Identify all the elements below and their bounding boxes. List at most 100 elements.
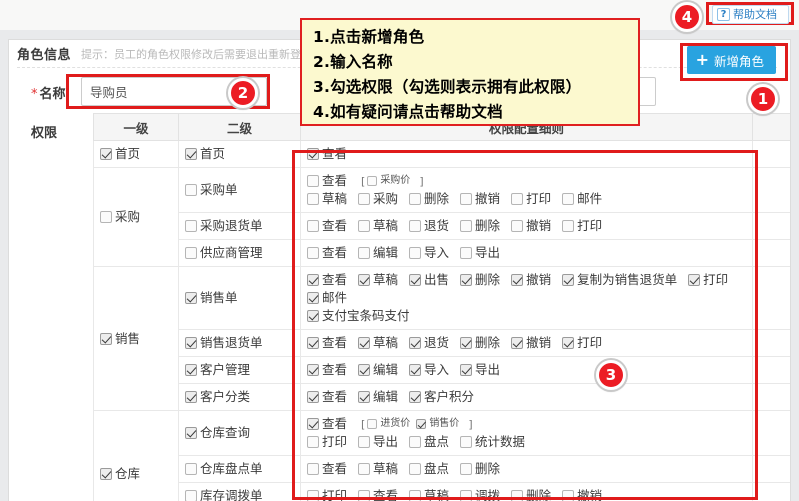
detail-checkbox[interactable]: 删除	[460, 460, 500, 478]
detail-checkbox[interactable]: 查看	[307, 460, 347, 478]
checkbox-icon[interactable]	[409, 436, 422, 448]
checkbox-icon[interactable]	[460, 274, 473, 286]
checkbox-icon[interactable]	[358, 274, 371, 286]
detail-checkbox[interactable]: 导出	[460, 244, 500, 262]
checkbox-icon[interactable]	[307, 418, 319, 430]
detail-checkbox[interactable]: 查看	[307, 334, 347, 352]
detail-checkbox[interactable]: 支付宝条码支付	[307, 307, 410, 325]
level2-checkbox[interactable]: 库存调拨单	[185, 487, 263, 501]
checkbox-icon[interactable]	[409, 247, 422, 259]
level2-checkbox[interactable]: 客户分类	[185, 388, 250, 406]
checkbox-icon[interactable]	[688, 274, 701, 286]
detail-checkbox[interactable]: 统计数据	[460, 433, 525, 451]
detail-checkbox[interactable]: 退货	[409, 217, 449, 235]
detail-checkbox[interactable]: 草稿	[358, 460, 398, 478]
checkbox-icon[interactable]	[409, 364, 422, 376]
detail-checkbox[interactable]: 调拨	[460, 487, 500, 501]
level2-checkbox[interactable]: 首页	[185, 145, 225, 163]
checkbox-icon[interactable]	[100, 467, 112, 480]
detail-checkbox[interactable]: 盘点	[409, 433, 449, 451]
checkbox-icon[interactable]	[562, 274, 575, 286]
detail-checkbox[interactable]: 出售	[409, 271, 449, 289]
detail-checkbox[interactable]: 导出	[358, 433, 398, 451]
checkbox-icon[interactable]	[185, 364, 197, 376]
detail-checkbox[interactable]: 查看	[307, 415, 347, 433]
checkbox-icon[interactable]	[409, 490, 422, 501]
level2-checkbox[interactable]: 客户管理	[185, 361, 250, 379]
sub-detail-checkbox[interactable]: 进货价	[367, 415, 410, 433]
checkbox-icon[interactable]	[307, 436, 319, 448]
checkbox-icon[interactable]	[307, 337, 319, 349]
detail-checkbox[interactable]: 客户积分	[409, 388, 474, 406]
detail-checkbox[interactable]: 打印	[307, 433, 347, 451]
checkbox-icon[interactable]	[460, 193, 473, 205]
checkbox-icon[interactable]	[511, 193, 524, 205]
level2-checkbox[interactable]: 采购单	[185, 181, 238, 199]
detail-checkbox[interactable]: 盘点	[409, 460, 449, 478]
help-doc-button[interactable]: ? 帮助文档	[712, 5, 789, 24]
checkbox-icon[interactable]	[185, 184, 197, 196]
detail-checkbox[interactable]: 邮件	[307, 289, 347, 307]
detail-checkbox[interactable]: 撤销	[511, 334, 551, 352]
checkbox-icon[interactable]	[307, 292, 319, 304]
checkbox-icon[interactable]	[100, 211, 112, 223]
checkbox-icon[interactable]	[367, 176, 378, 186]
detail-checkbox[interactable]: 撤销	[562, 487, 602, 501]
checkbox-icon[interactable]	[409, 337, 422, 349]
level2-checkbox[interactable]: 供应商管理	[185, 244, 263, 262]
detail-checkbox[interactable]: 删除	[460, 334, 500, 352]
add-role-button[interactable]: + 新增角色	[686, 46, 776, 74]
detail-checkbox[interactable]: 草稿	[358, 217, 398, 235]
checkbox-icon[interactable]	[358, 193, 371, 205]
checkbox-icon[interactable]	[185, 427, 197, 439]
checkbox-icon[interactable]	[460, 436, 473, 448]
detail-checkbox[interactable]: 采购	[358, 190, 398, 208]
level2-checkbox[interactable]: 仓库盘点单	[185, 460, 263, 478]
checkbox-icon[interactable]	[307, 364, 319, 376]
checkbox-icon[interactable]	[409, 193, 422, 205]
checkbox-icon[interactable]	[460, 337, 473, 349]
detail-checkbox[interactable]: 撤销	[511, 217, 551, 235]
checkbox-icon[interactable]	[358, 220, 371, 232]
checkbox-icon[interactable]	[307, 175, 319, 187]
checkbox-icon[interactable]	[307, 193, 319, 205]
checkbox-icon[interactable]	[460, 247, 473, 259]
level1-checkbox[interactable]: 销售	[100, 330, 140, 348]
checkbox-icon[interactable]	[185, 463, 197, 475]
checkbox-icon[interactable]	[511, 337, 524, 349]
level1-checkbox[interactable]: 仓库	[100, 465, 140, 483]
detail-checkbox[interactable]: 删除	[409, 190, 449, 208]
detail-checkbox[interactable]: 查看	[358, 487, 398, 501]
level2-checkbox[interactable]: 仓库查询	[185, 424, 250, 442]
checkbox-icon[interactable]	[460, 490, 473, 501]
level2-checkbox[interactable]: 销售退货单	[185, 334, 263, 352]
detail-checkbox[interactable]: 编辑	[358, 361, 398, 379]
checkbox-icon[interactable]	[358, 463, 371, 475]
checkbox-icon[interactable]	[185, 148, 197, 160]
checkbox-icon[interactable]	[185, 490, 197, 501]
checkbox-icon[interactable]	[358, 247, 371, 259]
checkbox-icon[interactable]	[409, 220, 422, 232]
detail-checkbox[interactable]: 退货	[409, 334, 449, 352]
detail-checkbox[interactable]: 复制为销售退货单	[562, 271, 677, 289]
checkbox-icon[interactable]	[307, 310, 319, 322]
detail-checkbox[interactable]: 查看	[307, 244, 347, 262]
checkbox-icon[interactable]	[307, 463, 319, 475]
checkbox-icon[interactable]	[307, 274, 319, 286]
level1-checkbox[interactable]: 首页	[100, 145, 140, 163]
checkbox-icon[interactable]	[185, 247, 197, 259]
detail-checkbox[interactable]: 删除	[460, 217, 500, 235]
checkbox-icon[interactable]	[562, 193, 575, 205]
sub-detail-checkbox[interactable]: 采购价	[367, 172, 410, 190]
checkbox-icon[interactable]	[511, 220, 524, 232]
checkbox-icon[interactable]	[100, 332, 112, 345]
checkbox-icon[interactable]	[562, 337, 575, 349]
checkbox-icon[interactable]	[358, 490, 371, 501]
checkbox-icon[interactable]	[367, 419, 378, 429]
detail-checkbox[interactable]: 导入	[409, 244, 449, 262]
detail-checkbox[interactable]: 邮件	[562, 190, 602, 208]
checkbox-icon[interactable]	[460, 364, 473, 376]
detail-checkbox[interactable]: 撤销	[511, 271, 551, 289]
detail-checkbox[interactable]: 导出	[460, 361, 500, 379]
checkbox-icon[interactable]	[460, 220, 473, 232]
